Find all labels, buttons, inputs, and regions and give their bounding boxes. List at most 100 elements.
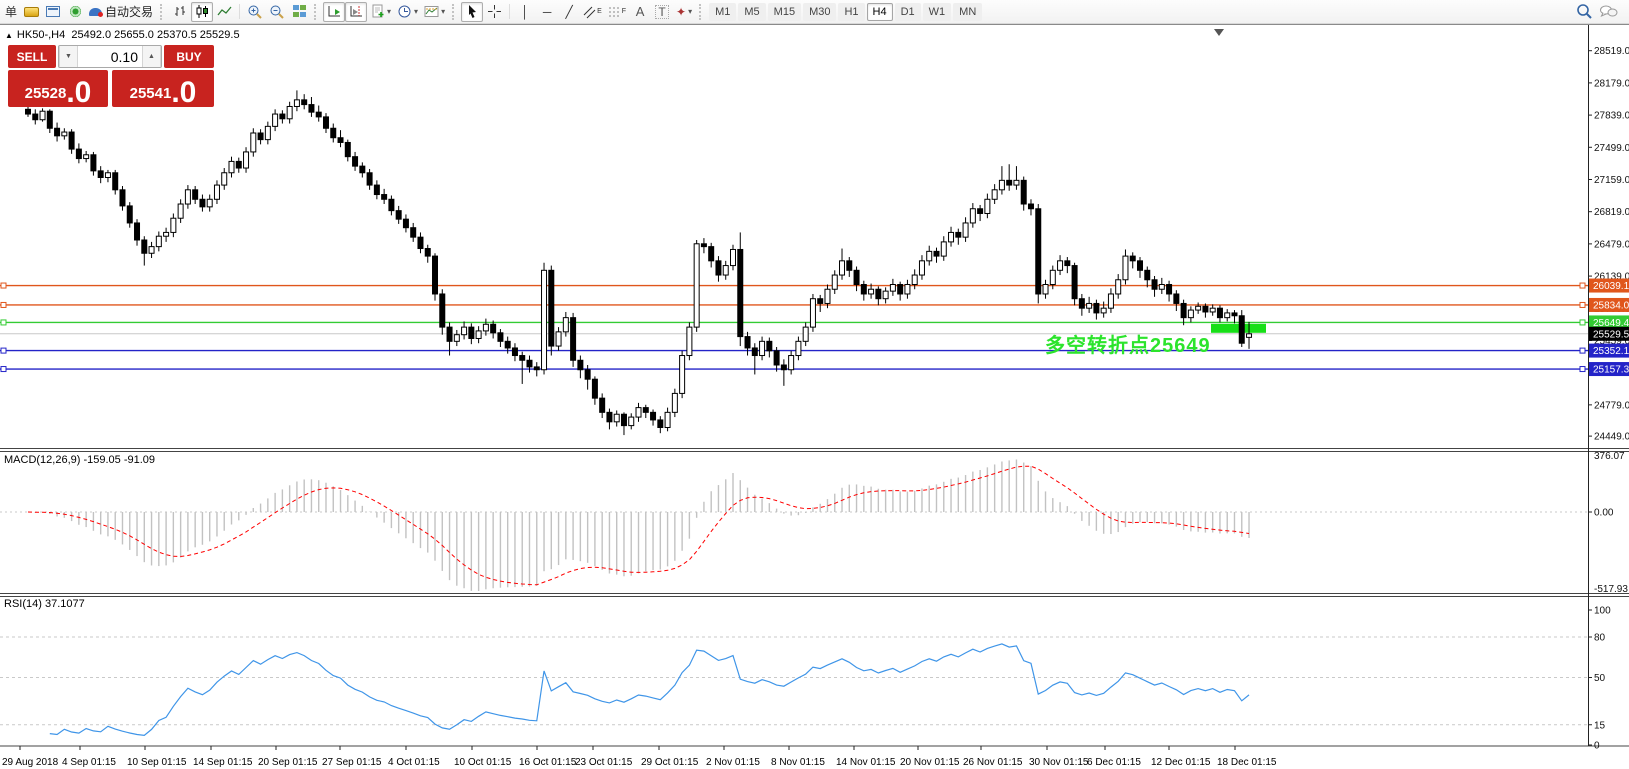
candle-bull — [476, 331, 481, 339]
sell-price-button[interactable]: 25528.0 — [8, 70, 108, 107]
tf-m5-button[interactable]: M5 — [738, 3, 765, 21]
crosshair-button[interactable] — [483, 2, 505, 22]
highlight-zone[interactable] — [1211, 324, 1266, 333]
tf-w1-button[interactable]: W1 — [923, 3, 952, 21]
text-button[interactable]: A — [629, 2, 651, 22]
candle-bull — [149, 247, 154, 254]
signals-icon — [70, 6, 81, 17]
tf-mn-button[interactable]: MN — [953, 3, 982, 21]
sell-button[interactable]: SELL — [8, 45, 56, 68]
hline-anchor[interactable] — [1580, 320, 1585, 325]
indicators-button[interactable]: ▾ — [367, 2, 394, 22]
candle-bull — [454, 335, 459, 342]
volume-decrease-button[interactable]: ▼ — [59, 46, 78, 67]
chart-canvas[interactable]: 28519.028179.027839.027499.027159.026819… — [0, 25, 1629, 769]
candle-bear — [1028, 204, 1033, 209]
hline-anchor[interactable] — [1, 283, 6, 288]
volume-input[interactable]: 0.10 — [78, 46, 142, 67]
vertical-line-button[interactable]: │ — [514, 2, 536, 22]
hline-anchor[interactable] — [1, 320, 6, 325]
candle-bull — [970, 209, 975, 223]
tf-m1-button[interactable]: M1 — [709, 3, 736, 21]
arrows-button[interactable]: ✦ ▾ — [673, 2, 695, 22]
candle-bear — [433, 256, 438, 294]
chart-text-annotation[interactable]: 多空转折点25649 — [1045, 329, 1211, 358]
time-axis-label: 16 Oct 01:15 — [519, 757, 577, 768]
collapse-arrow-icon[interactable]: ▲ — [5, 31, 13, 40]
hline-anchor[interactable] — [1580, 302, 1585, 307]
periods-button[interactable]: ▾ — [394, 2, 421, 22]
tf-h4-button[interactable]: H4 — [867, 3, 893, 21]
candle-bear — [854, 270, 859, 284]
tile-windows-button[interactable] — [288, 2, 310, 22]
mt4-terminal: { "toolbar": { "glyphs": { "partial_new_… — [0, 0, 1629, 768]
trade-panel-top-row: SELL ▼ 0.10 ▲ BUY — [8, 45, 214, 68]
chat-button[interactable] — [1596, 2, 1621, 22]
chart-shift-button[interactable] — [345, 2, 367, 22]
tf-d1-button[interactable]: D1 — [895, 3, 921, 21]
trade-panel-price-row: 25528.0 25541.0 — [8, 70, 214, 107]
candle-bull — [890, 285, 895, 292]
candle-bear — [382, 195, 387, 200]
candle-bear — [592, 379, 597, 398]
zoom-out-button[interactable] — [266, 2, 288, 22]
candle-bear — [1007, 180, 1012, 185]
horizontal-line-button[interactable]: ─ — [536, 2, 558, 22]
tf-m15-button[interactable]: M15 — [768, 3, 801, 21]
bar-chart-button[interactable] — [169, 2, 191, 22]
hline-anchor[interactable] — [1, 348, 6, 353]
time-axis-label: 23 Oct 01:15 — [575, 757, 633, 768]
candle-bear — [512, 348, 517, 356]
line-chart-button[interactable] — [213, 2, 235, 22]
autotrading-button[interactable]: 自动交易 — [86, 2, 156, 22]
dropdown-arrow-icon[interactable]: ▾ — [688, 7, 692, 16]
cursor-button[interactable] — [461, 2, 483, 22]
tf-m30-button[interactable]: M30 — [803, 3, 836, 21]
new-window-button[interactable] — [42, 2, 64, 22]
dropdown-arrow-icon[interactable]: ▾ — [414, 7, 418, 16]
candle-bull — [185, 190, 190, 204]
candlestick-button[interactable] — [191, 2, 213, 22]
price-tag-label: 25157.3 — [1593, 365, 1629, 376]
chart-shift-icon — [349, 4, 364, 19]
hline-anchor[interactable] — [1580, 367, 1585, 372]
candle-bear — [643, 408, 648, 413]
chart-profile-button[interactable] — [20, 2, 42, 22]
tf-h1-button[interactable]: H1 — [838, 3, 864, 21]
dropdown-arrow-icon[interactable]: ▾ — [387, 7, 391, 16]
candlestick-icon — [195, 4, 210, 19]
candle-bull — [912, 275, 917, 284]
candle-bear — [534, 367, 539, 370]
candle-bear — [738, 249, 743, 336]
auto-scroll-button[interactable] — [323, 2, 345, 22]
hline-anchor[interactable] — [1580, 348, 1585, 353]
signals-button[interactable] — [64, 2, 86, 22]
hline-anchor[interactable] — [1, 367, 6, 372]
chart-shift-marker[interactable] — [1214, 29, 1224, 36]
dropdown-arrow-icon[interactable]: ▾ — [441, 7, 445, 16]
candle-bear — [135, 223, 140, 240]
fibonacci-button[interactable]: F — [605, 2, 629, 22]
price-tick-label: 26479.0 — [1594, 239, 1629, 250]
buy-price-button[interactable]: 25541.0 — [112, 70, 214, 107]
volume-increase-button[interactable]: ▲ — [142, 46, 161, 67]
candle-bear — [1138, 261, 1143, 270]
templates-button[interactable]: ▾ — [421, 2, 448, 22]
rsi-axis-label: 80 — [1594, 633, 1606, 644]
candle-bear — [1021, 180, 1026, 204]
hline-anchor[interactable] — [1580, 283, 1585, 288]
hline-anchor[interactable] — [1, 302, 6, 307]
text-label-button[interactable]: T — [651, 2, 673, 22]
candle-bull — [156, 236, 161, 246]
time-axis-label: 2 Nov 01:15 — [706, 757, 760, 768]
candle-bull — [905, 285, 910, 294]
channel-button[interactable]: E — [580, 2, 605, 22]
zoom-in-button[interactable] — [244, 2, 266, 22]
candle-bear — [411, 228, 416, 237]
new-order-button[interactable]: 单 — [2, 2, 20, 22]
candle-bull — [614, 414, 619, 422]
search-button[interactable] — [1573, 2, 1596, 22]
buy-button[interactable]: BUY — [164, 45, 214, 68]
candle-bear — [353, 157, 358, 166]
trendline-button[interactable]: ╱ — [558, 2, 580, 22]
